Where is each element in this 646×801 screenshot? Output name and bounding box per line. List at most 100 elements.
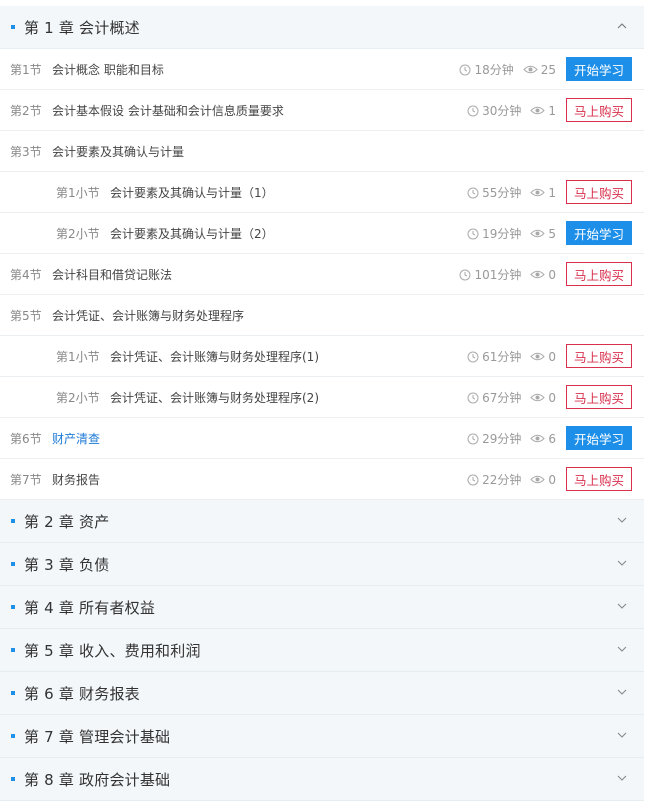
- view-count: 5: [548, 226, 556, 241]
- eye-icon: [530, 106, 546, 115]
- section-title: 财务报告: [52, 472, 101, 487]
- buy-now-button[interactable]: 马上购买: [566, 98, 632, 122]
- section-number: 第4节: [10, 267, 42, 282]
- chapter-header[interactable]: 第 3 章 负债: [0, 543, 644, 586]
- buy-now-button[interactable]: 马上购买: [566, 180, 632, 204]
- buy-now-button[interactable]: 马上购买: [566, 262, 632, 286]
- clock-icon: [467, 392, 479, 403]
- clock-icon: [467, 228, 479, 239]
- section-row[interactable]: 第6节 财产清查 29分钟 6 开始学习: [0, 418, 644, 459]
- chapter-header[interactable]: 第 5 章 收入、费用和利润: [0, 629, 644, 672]
- section-title[interactable]: 财产清查: [52, 430, 100, 447]
- bullet-icon: [11, 691, 15, 695]
- buy-now-button[interactable]: 马上购买: [566, 344, 632, 368]
- clock-icon: [467, 433, 479, 444]
- section-row[interactable]: 第3节 会计要素及其确认与计量: [0, 131, 644, 172]
- clock-icon: [467, 105, 479, 116]
- lesson-meta: 55分钟 1: [467, 184, 556, 201]
- section-number: 第1小节: [56, 185, 100, 200]
- eye-icon: [530, 188, 546, 197]
- chevron-down-icon[interactable]: [616, 600, 628, 612]
- duration-text: 55分钟: [482, 186, 522, 200]
- lesson-meta: 67分钟 0: [467, 389, 556, 406]
- section-row[interactable]: 第1节 会计概念 职能和目标 18分钟 25 开始学习: [0, 49, 644, 90]
- lesson-meta: 29分钟 6: [467, 430, 556, 447]
- duration-text: 22分钟: [482, 473, 522, 487]
- section-number: 第3节: [10, 144, 42, 159]
- bullet-icon: [11, 562, 15, 566]
- chapter-header[interactable]: 第 8 章 政府会计基础: [0, 758, 644, 801]
- duration-text: 29分钟: [482, 432, 522, 446]
- clock-icon: [467, 351, 479, 362]
- view-count: 0: [548, 349, 556, 364]
- section-title: 会计凭证、会计账簿与财务处理程序(2): [110, 390, 319, 405]
- chevron-up-icon[interactable]: [616, 20, 628, 32]
- section-title: 会计凭证、会计账簿与财务处理程序: [52, 308, 245, 323]
- eye-icon: [530, 434, 546, 443]
- start-study-button[interactable]: 开始学习: [566, 426, 632, 450]
- chapter-title: 第 3 章 负债: [24, 555, 110, 574]
- duration-text: 19分钟: [482, 227, 522, 241]
- chapter-header[interactable]: 第 6 章 财务报表: [0, 672, 644, 715]
- chapter-title: 第 4 章 所有者权益: [24, 598, 156, 617]
- eye-icon: [523, 65, 538, 74]
- chevron-down-icon[interactable]: [616, 514, 628, 526]
- section-row[interactable]: 第2节 会计基本假设 会计基础和会计信息质量要求 30分钟 1 马上购买: [0, 90, 644, 131]
- lesson-meta: 101分钟 0: [459, 266, 556, 283]
- section-row[interactable]: 第4节 会计科目和借贷记账法 101分钟 0 马上购买: [0, 254, 644, 295]
- subsection-row[interactable]: 第2小节 会计凭证、会计账簿与财务处理程序(2) 67分钟 0 马上购买: [0, 377, 644, 418]
- section-number: 第6节: [10, 431, 42, 446]
- lesson-meta: 61分钟 0: [467, 348, 556, 365]
- section-title: 会计要素及其确认与计量: [52, 144, 185, 159]
- section-row[interactable]: 第5节 会计凭证、会计账簿与财务处理程序: [0, 295, 644, 336]
- bullet-icon: [11, 25, 15, 29]
- chevron-down-icon[interactable]: [616, 643, 628, 655]
- bullet-icon: [11, 605, 15, 609]
- section-title: 会计基本假设 会计基础和会计信息质量要求: [52, 103, 284, 118]
- chapter-title: 第 5 章 收入、费用和利润: [24, 641, 201, 660]
- chapter-title: 第 6 章 财务报表: [24, 684, 140, 703]
- bullet-icon: [11, 648, 15, 652]
- chevron-down-icon[interactable]: [616, 686, 628, 698]
- chapter-header[interactable]: 第 7 章 管理会计基础: [0, 715, 644, 758]
- section-number: 第2小节: [56, 226, 100, 241]
- start-study-button[interactable]: 开始学习: [566, 57, 632, 81]
- chapter-header[interactable]: 第 2 章 资产: [0, 500, 644, 543]
- lesson-list: 第1节 会计概念 职能和目标 18分钟 25 开始学习 第2节 会计基本假设 会计基础和会计…: [0, 49, 644, 500]
- section-number: 第1节: [10, 62, 42, 77]
- chapter-header[interactable]: 第 1 章 会计概述: [0, 6, 644, 49]
- eye-icon: [530, 270, 546, 279]
- subsection-row[interactable]: 第1小节 会计要素及其确认与计量（1） 55分钟 1 马上购买: [0, 172, 644, 213]
- bullet-icon: [11, 734, 15, 738]
- view-count: 0: [548, 472, 556, 487]
- course-outline: 第 1 章 会计概述 第1节 会计概念 职能和目标 18分钟 25 开始学习 第2节 会计基…: [0, 6, 644, 801]
- subsection-row[interactable]: 第1小节 会计凭证、会计账簿与财务处理程序(1) 61分钟 0 马上购买: [0, 336, 644, 377]
- buy-now-button[interactable]: 马上购买: [566, 385, 632, 409]
- bullet-icon: [11, 519, 15, 523]
- view-count: 0: [548, 267, 556, 282]
- clock-icon: [467, 474, 479, 485]
- section-number: 第7节: [10, 472, 42, 487]
- view-count: 0: [548, 390, 556, 405]
- bullet-icon: [11, 777, 15, 781]
- chevron-down-icon[interactable]: [616, 729, 628, 741]
- view-count: 25: [540, 62, 556, 77]
- chevron-down-icon[interactable]: [616, 557, 628, 569]
- buy-now-button[interactable]: 马上购买: [566, 467, 632, 491]
- eye-icon: [530, 393, 546, 402]
- duration-text: 61分钟: [482, 350, 522, 364]
- section-title: 会计要素及其确认与计量（1）: [110, 185, 274, 200]
- chapter-header[interactable]: 第 4 章 所有者权益: [0, 586, 644, 629]
- subsection-row[interactable]: 第2小节 会计要素及其确认与计量（2） 19分钟 5 开始学习: [0, 213, 644, 254]
- view-count: 6: [548, 431, 556, 446]
- start-study-button[interactable]: 开始学习: [566, 221, 632, 245]
- section-number: 第2节: [10, 103, 42, 118]
- section-row[interactable]: 第7节 财务报告 22分钟 0 马上购买: [0, 459, 644, 500]
- chevron-down-icon[interactable]: [616, 772, 628, 784]
- lesson-meta: 22分钟 0: [467, 471, 556, 488]
- clock-icon: [459, 64, 471, 75]
- view-count: 1: [548, 185, 556, 200]
- eye-icon: [530, 229, 546, 238]
- chapter-title: 第 8 章 政府会计基础: [24, 770, 171, 789]
- lesson-meta: 30分钟 1: [467, 102, 556, 119]
